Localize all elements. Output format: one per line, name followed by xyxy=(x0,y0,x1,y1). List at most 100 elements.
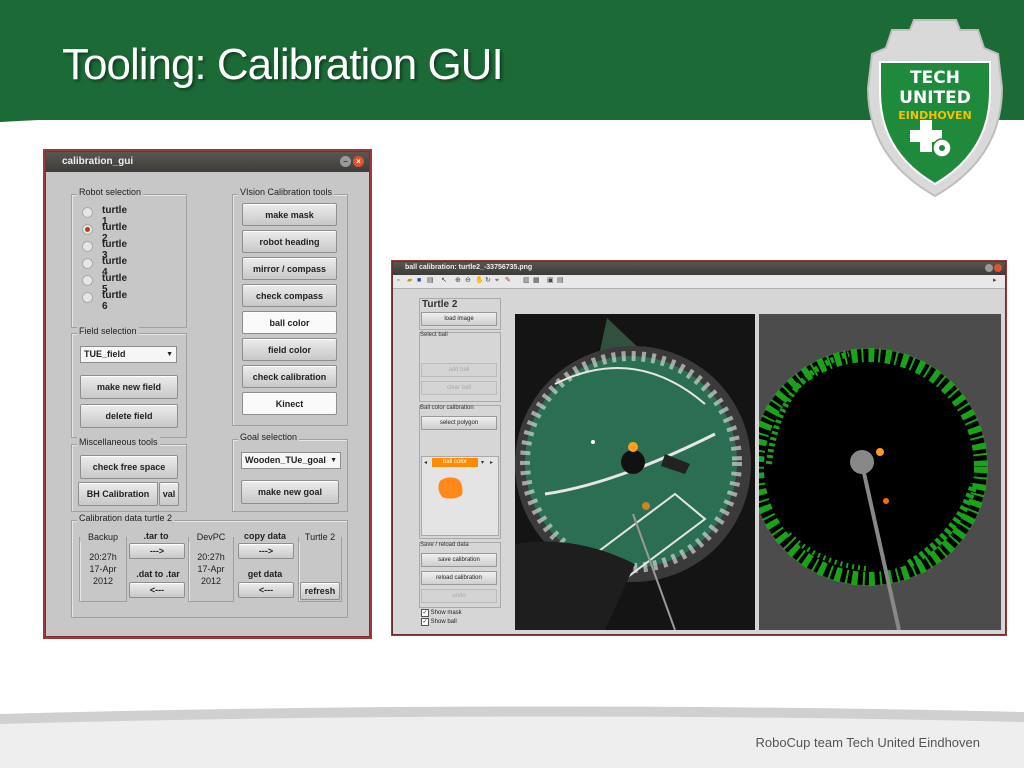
dat-to-tar-label: .dat to .tar xyxy=(136,569,180,579)
rotate-icon[interactable]: ↻ xyxy=(485,277,493,285)
zoom-in-icon[interactable]: ⊕ xyxy=(455,277,463,285)
omnivision-camera-frame xyxy=(515,314,755,630)
scroll-left-icon[interactable]: ◂ xyxy=(424,459,427,466)
devpc-to-backup-button[interactable]: <--- xyxy=(129,582,185,598)
undo-button[interactable]: undo xyxy=(421,589,497,603)
ball-color-field[interactable]: ball color xyxy=(432,458,478,467)
close-icon[interactable] xyxy=(994,264,1002,272)
backup-label: Backup xyxy=(80,532,126,542)
backup-date: 17-Apr xyxy=(89,564,117,574)
add-ball-button[interactable]: add ball xyxy=(421,363,497,377)
minimize-icon[interactable]: – xyxy=(340,156,351,167)
val-button[interactable]: val xyxy=(159,482,179,506)
scroll-right-icon[interactable]: ▸ xyxy=(490,459,493,466)
minimize-icon[interactable] xyxy=(985,264,993,272)
devpc-time: 20:27h xyxy=(197,552,225,562)
clear-ball-button[interactable]: clear ball xyxy=(421,381,497,395)
radio-selected-icon xyxy=(82,224,93,235)
zoom-out-icon[interactable]: ⊖ xyxy=(465,277,473,285)
calibration-gui-titlebar[interactable]: calibration_gui – × xyxy=(46,152,369,172)
robot-heading-button[interactable]: robot heading xyxy=(242,230,337,253)
backup-to-devpc-button[interactable]: ---> xyxy=(129,543,185,559)
radio-icon xyxy=(82,258,93,269)
grid-icon[interactable]: ▣ xyxy=(547,277,555,285)
goal-select[interactable]: Wooden_TUe_goal ▼ xyxy=(241,452,341,469)
check-compass-button[interactable]: check compass xyxy=(242,284,337,307)
table-icon[interactable]: ▤ xyxy=(557,277,565,285)
reload-calibration-button[interactable]: reload calibration xyxy=(421,571,497,585)
radio-icon xyxy=(82,207,93,218)
calibration-gui-window: calibration_gui – × Robot selection turt… xyxy=(45,151,370,637)
save-icon[interactable]: ■ xyxy=(417,277,425,285)
copy-data-label: copy data xyxy=(243,531,286,541)
mask-image[interactable] xyxy=(759,314,1001,630)
checkbox-checked-icon: ✓ xyxy=(421,618,429,626)
print-icon[interactable]: ▤ xyxy=(427,277,435,285)
tech-united-logo: TECH UNITED EINDHOVEN xyxy=(862,18,1008,200)
devpc-year: 2012 xyxy=(200,576,222,586)
ball-calibration-window: ball calibration: turtle2_-33756735.png … xyxy=(392,261,1006,635)
ball-color-blob xyxy=(438,477,463,499)
tar-to-label: .tar to xyxy=(143,531,169,541)
window-title: calibration_gui xyxy=(62,156,134,167)
kinect-button[interactable]: Kinect xyxy=(242,392,337,415)
backup-year: 2012 xyxy=(92,576,114,586)
turtle-title: Turtle 2 xyxy=(422,299,458,310)
show-ball-checkbox[interactable]: ✓ Show ball xyxy=(421,618,457,626)
ball-calibration-titlebar[interactable]: ball calibration: turtle2_-33756735.png xyxy=(393,262,1005,275)
footer-band xyxy=(0,706,1024,768)
misc-tools-group: Miscellaneous tools check free space BH … xyxy=(71,437,187,512)
close-icon[interactable]: × xyxy=(353,156,364,167)
pointer-icon[interactable]: ↖ xyxy=(441,277,449,285)
get-data-button[interactable]: <--- xyxy=(238,582,294,598)
misc-tools-label: Miscellaneous tools xyxy=(77,437,160,447)
ball-color-button[interactable]: ball color xyxy=(242,311,337,334)
make-mask-button[interactable]: make mask xyxy=(242,203,337,226)
select-ball-panel: Select ball add ball clear ball xyxy=(419,332,501,402)
get-data-label: get data xyxy=(247,569,283,579)
brush-icon[interactable]: ✎ xyxy=(505,277,513,285)
backup-panel: Backup 20:27h 17-Apr 2012 xyxy=(79,532,127,602)
checkbox-checked-icon: ✓ xyxy=(421,609,429,617)
make-new-goal-button[interactable]: make new goal xyxy=(241,480,339,504)
select-polygon-button[interactable]: select polygon xyxy=(421,416,497,430)
backup-time: 20:27h xyxy=(89,552,117,562)
window-title: ball calibration: turtle2_-33756735.png xyxy=(405,264,533,271)
show-mask-checkbox[interactable]: ✓ Show mask xyxy=(421,609,462,617)
check-calibration-button[interactable]: check calibration xyxy=(242,365,337,388)
calibration-data-group: Calibration data turtle 2 Backup 20:27h … xyxy=(71,513,348,618)
dock-arrow-icon[interactable]: ▸ xyxy=(993,277,1001,285)
logo-line-eindhoven: EINDHOVEN xyxy=(898,109,972,122)
data-cursor-icon[interactable]: ⌖ xyxy=(495,277,503,285)
scroll-down-icon[interactable]: ▾ xyxy=(481,459,484,466)
refresh-button[interactable]: refresh xyxy=(300,582,340,600)
make-new-field-button[interactable]: make new field xyxy=(80,375,178,399)
mirror-compass-button[interactable]: mirror / compass xyxy=(242,257,337,280)
radio-icon xyxy=(82,241,93,252)
camera-image[interactable] xyxy=(515,314,755,630)
field-color-button[interactable]: field color xyxy=(242,338,337,361)
devpc-label: DevPC xyxy=(189,532,233,542)
save-reload-panel: Save / reload data save calibration relo… xyxy=(419,542,501,608)
check-free-space-button[interactable]: check free space xyxy=(80,455,178,479)
new-file-icon[interactable]: ▫ xyxy=(397,277,405,285)
robot-selection-label: Robot selection xyxy=(77,187,144,197)
ball-color-calibration-label: Ball color calibration xyxy=(420,405,474,411)
open-folder-icon[interactable]: ▰ xyxy=(407,277,415,285)
copy-data-button[interactable]: ---> xyxy=(238,543,294,559)
save-calibration-button[interactable]: save calibration xyxy=(421,553,497,567)
goal-select-value: Wooden_TUe_goal xyxy=(245,455,326,465)
load-image-button[interactable]: load image xyxy=(421,312,497,326)
legend-icon[interactable]: ▦ xyxy=(533,277,541,285)
radio-icon xyxy=(82,275,93,286)
turtle-panel: Turtle 2 refresh xyxy=(298,532,342,602)
save-reload-label: Save / reload data xyxy=(420,542,469,548)
ball-color-swatch-panel: ◂ ball color ▾ ▸ xyxy=(421,456,499,536)
field-select[interactable]: TUE_field ▼ xyxy=(80,346,177,363)
bh-calibration-button[interactable]: BH Calibration xyxy=(78,482,158,506)
pan-icon[interactable]: ✋ xyxy=(475,277,484,285)
colorbar-icon[interactable]: ▥ xyxy=(523,277,531,285)
calibration-data-label: Calibration data turtle 2 xyxy=(77,513,175,523)
footer-text: RoboCup team Tech United Eindhoven xyxy=(755,735,980,750)
delete-field-button[interactable]: delete field xyxy=(80,404,178,428)
